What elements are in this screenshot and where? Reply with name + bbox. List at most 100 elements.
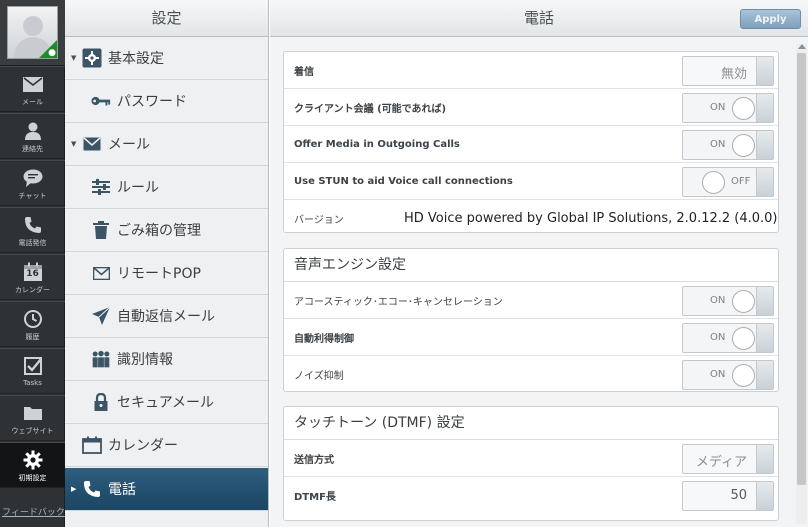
avatar-head bbox=[23, 16, 43, 36]
incoming-call-value: 無効 bbox=[720, 67, 747, 82]
nav-item-label: パスワード bbox=[117, 94, 187, 110]
scroll-up-arrow-icon[interactable] bbox=[798, 44, 806, 49]
rail-item-tasks[interactable]: Tasks bbox=[0, 348, 65, 394]
collapse-triangle-icon[interactable]: ▶ bbox=[71, 485, 76, 493]
app-rail: ● メール 連絡先 チャット 電話発信 16 カレンダー 履歴 Tasks ウェ… bbox=[0, 0, 65, 527]
dtmf-method-select[interactable]: メディア bbox=[682, 444, 774, 474]
toggle-knob[interactable] bbox=[732, 290, 755, 313]
nav-item-label: 電話 bbox=[108, 482, 136, 498]
calendar-icon bbox=[82, 435, 102, 455]
toggle-state: ON bbox=[710, 139, 726, 150]
nav-item-mail[interactable]: ▼ メール bbox=[65, 123, 268, 166]
noise-suppression-row: ノイズ抑制 ON bbox=[284, 356, 778, 393]
rail-item-label: 履歴 bbox=[25, 333, 40, 341]
noise-suppression-toggle[interactable]: ON bbox=[682, 360, 774, 390]
nav-item-rules[interactable]: ルール bbox=[65, 166, 268, 209]
trash-icon bbox=[91, 220, 111, 240]
toggle-knob[interactable] bbox=[702, 171, 725, 194]
rail-item-website[interactable]: ウェブサイト bbox=[0, 395, 65, 441]
toggle-knob[interactable] bbox=[732, 327, 755, 350]
phone-section: 着信 無効 クライアント会議 (可能であれば) ON Offer Media i… bbox=[283, 51, 779, 233]
version-value: HD Voice powered by Global IP Solutions,… bbox=[404, 211, 778, 226]
nav-item-password[interactable]: パスワード bbox=[65, 80, 268, 123]
client-conference-row: クライアント会議 (可能であれば) ON bbox=[284, 89, 778, 126]
phone-settings-panel: 電話 Apply 着信 無効 クライアント会議 (可能であれば) ON Offe… bbox=[270, 0, 808, 527]
rail-item-label: 初期設定 bbox=[18, 474, 47, 482]
rail-item-call[interactable]: 電話発信 bbox=[0, 207, 65, 253]
panel-header: 電話 Apply bbox=[270, 0, 808, 37]
toggle-handle bbox=[756, 361, 773, 389]
toggle-state: ON bbox=[710, 369, 726, 380]
toggle-handle bbox=[756, 94, 773, 122]
version-label: バージョン bbox=[294, 215, 344, 226]
rail-item-label: ウェブサイト bbox=[11, 427, 54, 435]
rail-item-contacts[interactable]: 連絡先 bbox=[0, 113, 65, 159]
nav-item-label: 識別情報 bbox=[117, 352, 173, 368]
feedback-link[interactable]: フィードバック bbox=[2, 505, 65, 518]
dtmf-length-row: DTMF長 50 bbox=[284, 477, 778, 514]
settings-nav-title: 設定 bbox=[65, 0, 268, 37]
stun-toggle[interactable]: OFF bbox=[682, 167, 774, 197]
nav-item-auto-reply[interactable]: 自動返信メール bbox=[65, 295, 268, 338]
nav-item-label: ルール bbox=[117, 180, 159, 196]
nav-item-label: セキュアメール bbox=[117, 395, 215, 411]
auto-gain-toggle[interactable]: ON bbox=[682, 323, 774, 353]
scrollbar-thumb[interactable] bbox=[797, 53, 806, 485]
toggle-handle bbox=[756, 287, 773, 315]
auto-gain-row: 自動利得制御 ON bbox=[284, 319, 778, 356]
folder-icon bbox=[22, 403, 44, 423]
nav-item-remote-pop[interactable]: リモートPOP bbox=[65, 252, 268, 295]
toggle-state: OFF bbox=[731, 176, 751, 187]
nav-item-secure-mail[interactable]: セキュアメール bbox=[65, 381, 268, 424]
offer-media-toggle[interactable]: ON bbox=[682, 130, 774, 160]
toggle-knob[interactable] bbox=[732, 364, 755, 387]
stepper-handle[interactable] bbox=[756, 482, 773, 510]
expand-triangle-icon[interactable]: ▼ bbox=[71, 54, 76, 62]
apply-button[interactable]: Apply bbox=[740, 9, 801, 29]
nav-item-trash[interactable]: ごみ箱の管理 bbox=[65, 209, 268, 252]
nav-item-label: 基本設定 bbox=[108, 51, 164, 67]
rail-item-history[interactable]: 履歴 bbox=[0, 301, 65, 347]
nav-item-phone[interactable]: ▶ 電話 bbox=[65, 468, 268, 511]
echo-cancel-toggle[interactable]: ON bbox=[682, 286, 774, 316]
incoming-call-label: 着信 bbox=[294, 66, 314, 78]
rail-item-label: チャット bbox=[18, 192, 47, 200]
rail-item-label: 連絡先 bbox=[22, 145, 43, 153]
dtmf-section: タッチトーン (DTMF) 設定 送信方式 メディア DTMF長 50 bbox=[283, 406, 779, 521]
nav-item-calendar[interactable]: カレンダー bbox=[65, 424, 268, 467]
incoming-call-row: 着信 無効 bbox=[284, 52, 778, 89]
nav-item-label: メール bbox=[108, 137, 150, 153]
rail-item-mail[interactable]: メール bbox=[0, 66, 65, 112]
toggle-handle bbox=[756, 324, 773, 352]
rail-item-calendar[interactable]: 16 カレンダー bbox=[0, 254, 65, 300]
select-handle bbox=[756, 57, 773, 85]
toggle-handle bbox=[756, 131, 773, 159]
toggle-knob[interactable] bbox=[732, 134, 755, 157]
rail-item-label: カレンダー bbox=[15, 286, 50, 294]
nav-item-general[interactable]: ▼ 基本設定 bbox=[65, 37, 268, 80]
toggle-state: ON bbox=[710, 102, 726, 113]
page-title: 電話 bbox=[523, 9, 554, 27]
nav-item-identities[interactable]: 識別情報 bbox=[65, 338, 268, 381]
rail-item-chat[interactable]: チャット bbox=[0, 160, 65, 206]
airplane-icon bbox=[91, 306, 111, 326]
envelope-icon bbox=[82, 134, 102, 154]
presence-person-icon: ● bbox=[48, 48, 56, 58]
lock-icon bbox=[91, 392, 111, 412]
vertical-scrollbar[interactable] bbox=[796, 44, 807, 524]
toggle-knob[interactable] bbox=[732, 97, 755, 120]
rail-item-preferences[interactable]: 初期設定 bbox=[0, 442, 65, 488]
noise-suppression-label: ノイズ抑制 bbox=[294, 371, 344, 382]
dtmf-length-stepper[interactable]: 50 bbox=[682, 481, 774, 511]
envelope-icon bbox=[22, 74, 44, 94]
offer-media-row: Offer Media in Outgoing Calls ON bbox=[284, 126, 778, 163]
clock-icon bbox=[22, 309, 44, 329]
rail-item-label: メール bbox=[22, 98, 43, 106]
client-conference-toggle[interactable]: ON bbox=[682, 93, 774, 123]
expand-triangle-icon[interactable]: ▼ bbox=[71, 140, 76, 148]
settings-nav: 設定 ▼ 基本設定 パスワード ▼ メール ルール ごみ箱の管理 リモートPOP… bbox=[65, 0, 269, 527]
client-conference-label: クライアント会議 (可能であれば) bbox=[294, 103, 447, 115]
avatar[interactable]: ● bbox=[7, 6, 58, 59]
incoming-call-select[interactable]: 無効 bbox=[682, 56, 774, 86]
select-handle bbox=[756, 445, 773, 473]
